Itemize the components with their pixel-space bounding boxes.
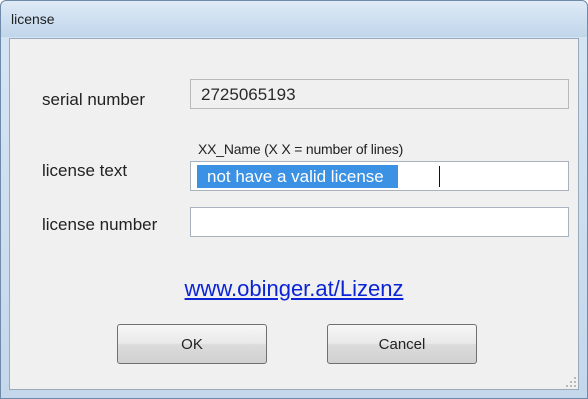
dialog-client-area: serial number 2725065193 XX_Name (X X = … — [9, 38, 579, 390]
license-text-input[interactable]: not have a valid license — [190, 161, 569, 191]
license-link[interactable]: www.obinger.at/Lizenz — [10, 276, 578, 302]
license-text-hint: XX_Name (X X = number of lines) — [198, 141, 404, 157]
serial-number-field: 2725065193 — [190, 79, 569, 109]
window-title: license — [11, 11, 55, 27]
resize-grip-icon[interactable] — [564, 375, 576, 387]
license-text-selection: not have a valid license — [197, 165, 398, 188]
text-caret — [439, 166, 440, 187]
title-bar[interactable]: license — [1, 1, 587, 37]
serial-number-label: serial number — [42, 90, 145, 109]
serial-number-value: 2725065193 — [201, 85, 296, 104]
license-text-label: license text — [42, 161, 128, 180]
cancel-button[interactable]: Cancel — [327, 324, 477, 364]
ok-button[interactable]: OK — [117, 324, 267, 364]
dialog-window: license serial number 2725065193 XX_Name… — [0, 0, 588, 399]
license-number-input[interactable] — [190, 207, 569, 237]
license-number-label: license number — [42, 215, 158, 234]
